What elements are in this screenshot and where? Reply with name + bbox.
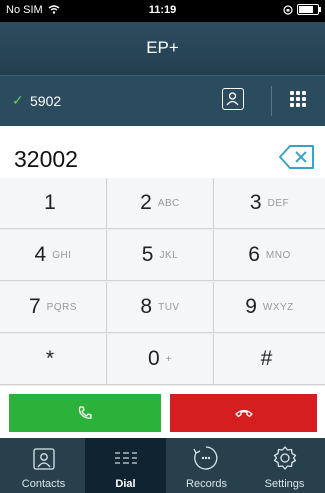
line-bar-separator [271,86,272,116]
keypad: 1 2 ABC 3 DEF 4 GHI 5 JKL 6 MNO 7 PQRS 8 TUV 9W… [0,178,325,386]
key-4[interactable]: 4 GHI [0,230,107,281]
tab-settings[interactable]: Settings [244,438,325,493]
contacts-icon [33,448,55,470]
key-7[interactable]: 7 PQRS [0,282,107,333]
records-icon [193,446,218,470]
hangup-button[interactable] [170,394,317,432]
key-8[interactable]: 8 TUV [107,282,214,333]
call-button[interactable] [9,394,161,432]
dialed-number[interactable]: 32002 [14,146,78,173]
tab-bar: Contacts Dial Records Settings [0,438,325,493]
key-star[interactable]: * [0,334,107,385]
orientation-lock-icon [283,4,293,15]
key-1[interactable]: 1 [0,178,107,229]
nav-title: EP+ [146,38,179,57]
line-bar[interactable]: ✓ 5902 [0,75,325,126]
call-row [0,386,325,438]
keypad-toggle-button[interactable] [288,89,308,109]
tab-label: Records [186,478,227,490]
check-icon: ✓ [12,92,24,108]
dialpad-icon [115,452,137,464]
dialed-number-area: 32002 [0,126,325,178]
tab-records[interactable]: Records [166,438,247,493]
tab-dial[interactable]: Dial [85,438,166,493]
person-icon [226,92,239,106]
status-right [283,4,321,15]
hangup-icon [234,409,253,418]
settings-icon [273,446,297,470]
tab-label: Contacts [21,478,66,490]
key-3[interactable]: 3 DEF [214,178,325,229]
status-time: 11:19 [148,4,177,16]
battery-icon [297,4,321,15]
key-0[interactable]: 0 + [107,334,214,385]
backspace-icon [279,145,314,169]
line-number: 5902 [30,93,62,109]
phone-icon [78,406,92,419]
key-2[interactable]: 2 ABC [107,178,214,229]
tab-label: Dial [115,478,136,490]
key-5[interactable]: 5 JKL [107,230,214,281]
tab-contacts[interactable]: Contacts [3,438,84,493]
nav-bar: EP+ [0,22,325,75]
key-6[interactable]: 6 MNO [214,230,325,281]
key-hash[interactable]: # [214,334,325,385]
status-bar: No SIM 11:19 [0,0,325,22]
key-9[interactable]: 9 WXYZ [214,282,325,333]
contact-book-button[interactable] [222,88,244,110]
tab-label: Settings [264,478,305,490]
backspace-button[interactable] [278,144,316,170]
